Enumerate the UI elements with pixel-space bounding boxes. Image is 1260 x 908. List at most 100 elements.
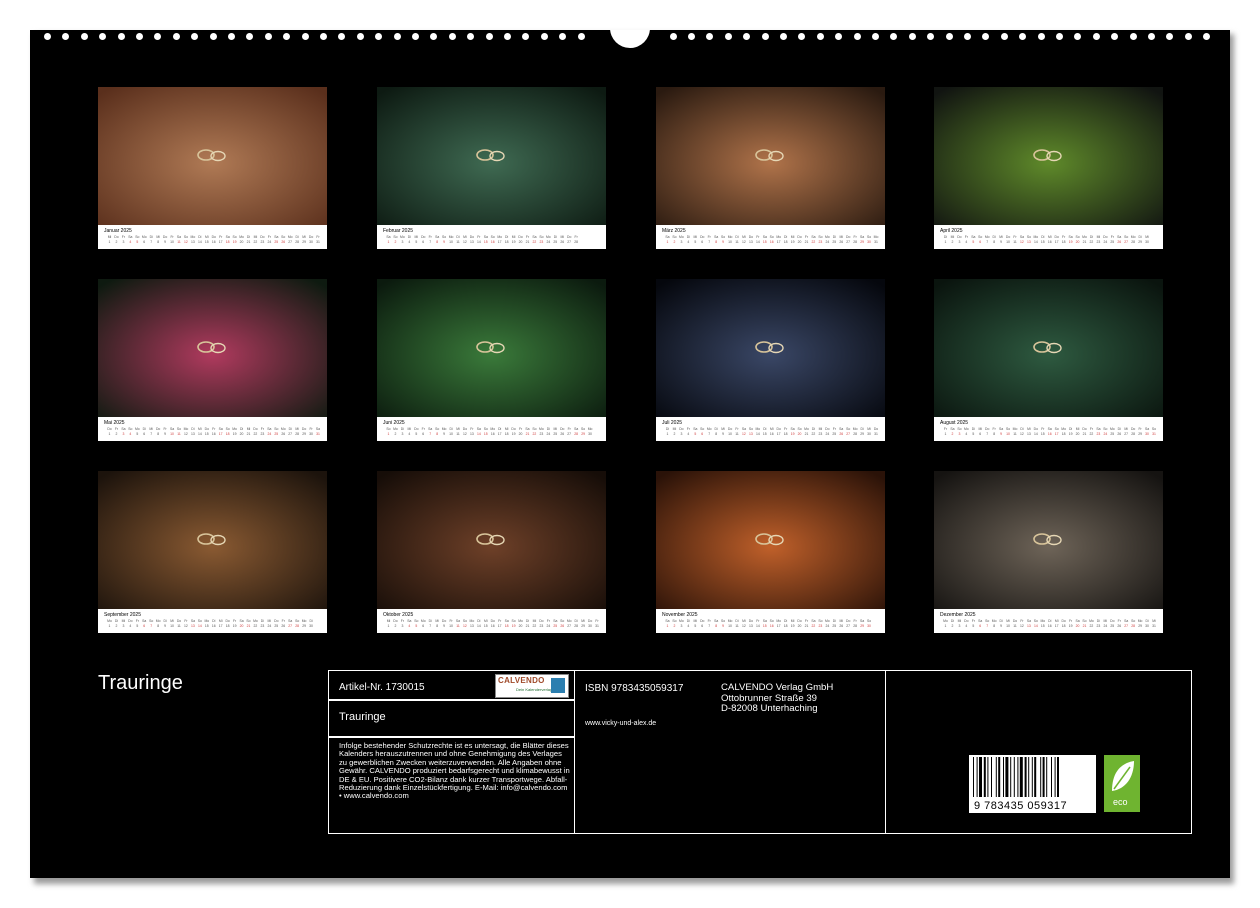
day-number: 9 [443,432,446,436]
day-number: 16 [769,240,774,244]
day-number: 18 [783,624,788,628]
binding-hole [320,33,327,40]
weekday: Sa [225,235,230,239]
binding-hole [136,33,143,40]
weekday: Sa [574,427,579,431]
weekday: Fr [804,619,809,623]
weekday: Do [1054,235,1059,239]
weekday: Mo [1130,235,1136,239]
weekday: Fr [477,235,481,239]
day-number: 5 [136,624,139,628]
weekday: Sa [525,427,530,431]
day-number: 20 [518,240,523,244]
weekday: Mo [963,427,969,431]
day-row: 1 2 3 4 5 6 7 8 9 10 11 12 13 14 15 16 17 18 19 20 21 22 23 24 2… [385,624,601,629]
day-number: 12 [742,624,746,628]
day-number: 29 [581,432,585,436]
binding-hole [117,33,125,40]
day-number: 13 [470,240,474,244]
weekday: Mo [824,235,830,239]
weekday: Mi [867,427,871,431]
day-number: 26 [281,432,286,436]
day-number: 14 [476,624,481,628]
weekday: Di [1048,619,1052,623]
weekday: Sa [714,619,719,623]
day-number: 24 [546,240,551,244]
logo-text: CALVENDO [498,676,545,685]
day-number: 15 [483,432,488,436]
day-number: 11 [177,624,181,628]
day-number: 6 [979,240,982,244]
day-number: 13 [191,624,195,628]
weekday: Mo [253,619,258,623]
day-number: 15 [483,240,488,244]
day-number: 25 [274,624,279,628]
day-number: 29 [302,240,306,244]
weekday: Di [428,619,432,623]
day-number: 17 [1054,240,1059,244]
day-number: 25 [1110,240,1115,244]
weekday: Di [735,235,739,239]
binding-hole [375,33,383,40]
day-number: 9 [443,240,446,244]
weekday: Fr [212,427,216,431]
weekday: Fr [1117,619,1121,623]
day-number: 17 [218,432,223,436]
day-number: 27 [846,624,851,628]
day-number: 27 [567,624,572,628]
weekday: Sa [1019,235,1025,239]
weekday: Di [714,427,718,431]
day-number: 25 [832,624,837,628]
weekday: Mi [742,235,746,239]
day-number: 8 [436,240,439,244]
weekday: Di [811,427,816,431]
weekday: Mi [721,427,725,431]
binding-hole [338,33,346,40]
day-number: 30 [1145,624,1149,628]
day-number: 30 [867,624,871,628]
day-number: 3 [958,240,961,244]
day-number: 3 [401,240,404,244]
weekday: Sa [267,427,272,431]
day-number: 8 [993,240,996,244]
day-number: 5 [694,240,697,244]
day-number: 26 [1117,240,1122,244]
weekday: So [274,427,279,431]
day-number: 27 [846,240,851,244]
weekday: Do [748,619,754,623]
website-link[interactable]: www.vicky-und-alex.de [585,720,656,727]
weekday: Sa [1124,619,1129,623]
weekday: Mi [1124,427,1128,431]
binding-hole [669,33,677,40]
day-number: 8 [157,240,160,244]
weekday: So [232,235,237,239]
weekday: So [442,235,447,239]
weekday: So [769,619,774,623]
day-number: 7 [429,432,432,436]
weekday: So [128,427,133,431]
legal-text: Infolge bestehender Schutzrechte ist es … [339,741,570,801]
weekday: Do [560,427,565,431]
weekday: Do [253,427,258,431]
day-number: 19 [511,432,516,436]
weekday: Di [477,619,481,623]
weekday: Sa [762,619,767,623]
weekday: Mi [1006,619,1010,623]
day-number: 22 [1089,432,1094,436]
day-number: 11 [456,624,460,628]
day-number: 21 [246,624,251,628]
day-number: 6 [143,432,146,436]
day-number: 22 [811,432,816,436]
weekday: Do [679,427,684,431]
day-number: 9 [164,432,167,436]
day-number: 16 [211,240,216,244]
day-number: 3 [122,240,125,244]
weekday: Mi [156,235,160,239]
weekday: Di [943,235,948,239]
day-number: 25 [1110,624,1115,628]
day-number: 28 [295,624,300,628]
weekday: Mi [693,619,698,623]
weekday: Fr [992,427,996,431]
weekday: Mi [532,619,537,623]
day-number: 21 [804,624,809,628]
